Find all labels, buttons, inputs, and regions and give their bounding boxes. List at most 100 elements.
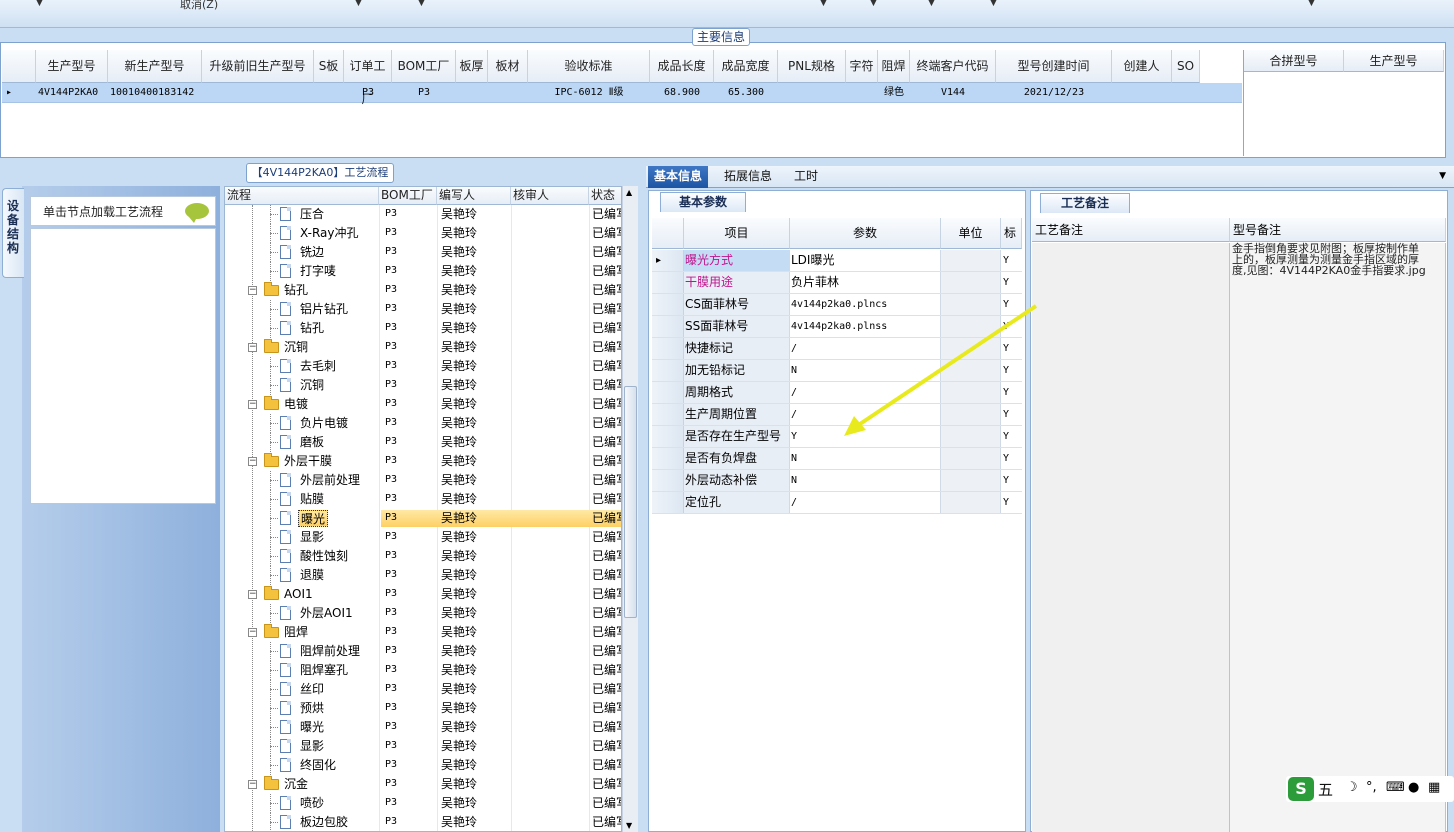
tree-node-label[interactable]: 阻焊塞孔 — [298, 662, 350, 679]
column-header[interactable]: 升级前旧生产型号 — [202, 50, 314, 83]
param-row[interactable]: 定位孔 / Y — [652, 492, 1022, 514]
tree-node-label[interactable]: 显影 — [298, 738, 326, 755]
collapse-icon[interactable]: − — [248, 628, 257, 637]
chevron-down-icon[interactable]: ▼ — [355, 0, 362, 8]
cancel-button[interactable]: 取消(Z) — [180, 0, 218, 12]
param-item-cell[interactable]: CS面菲林号 — [684, 294, 790, 315]
column-header[interactable]: BOM工厂 — [392, 50, 456, 83]
table-cell[interactable]: V144 — [912, 83, 994, 103]
param-item-cell[interactable]: 干膜用途 — [684, 272, 790, 293]
tree-node-label[interactable]: 外层前处理 — [298, 472, 362, 489]
param-row[interactable]: 是否有负焊盘 N Y — [652, 448, 1022, 470]
model-note-field[interactable] — [1230, 243, 1446, 832]
table-cell[interactable] — [490, 83, 526, 103]
tab-equipment-structure[interactable]: 设备结构 — [2, 188, 24, 278]
model-note-header[interactable]: 型号备注 — [1230, 218, 1446, 242]
tree-node-label[interactable]: 阻焊前处理 — [298, 643, 362, 660]
column-header[interactable]: 生产型号 — [36, 50, 108, 83]
tree-node-label[interactable]: 磨板 — [298, 434, 326, 451]
table-cell[interactable]: 绿色 — [880, 83, 908, 103]
chevron-down-icon[interactable]: ▼ — [870, 0, 877, 8]
column-header[interactable]: 板材 — [488, 50, 528, 83]
param-item-cell[interactable]: 定位孔 — [684, 492, 790, 513]
param-value-cell[interactable]: 负片菲林 — [790, 272, 941, 293]
param-unit-cell[interactable] — [941, 250, 1001, 271]
keyboard-icon[interactable]: ⌨ — [1386, 780, 1405, 795]
tree-row[interactable]: 显影 P3 吴艳玲 已编写 — [225, 737, 621, 756]
column-header[interactable]: 型号创建时间 — [996, 50, 1112, 83]
collapse-icon[interactable]: − — [248, 457, 257, 466]
chevron-down-icon[interactable]: ▼ — [820, 0, 827, 8]
tree-node-label[interactable]: 沉铜 — [298, 377, 326, 394]
param-flag-cell[interactable]: Y — [1001, 492, 1022, 513]
tree-row[interactable]: − 沉铜 P3 吴艳玲 已编写 — [225, 338, 621, 357]
table-cell[interactable]: P3 — [346, 83, 390, 103]
param-column-header[interactable]: 标 — [1001, 218, 1022, 249]
param-row[interactable]: 外层动态补偿 N Y — [652, 470, 1022, 492]
tree-row[interactable]: 铣边 P3 吴艳玲 已编写 — [225, 243, 621, 262]
table-cell[interactable] — [458, 83, 486, 103]
tree-column-header[interactable]: 状态 — [589, 187, 621, 205]
table-cell[interactable] — [780, 83, 844, 103]
tree-node-label[interactable]: 压合 — [298, 206, 326, 223]
param-item-cell[interactable]: 快捷标记 — [684, 338, 790, 359]
collapse-icon[interactable]: − — [248, 286, 257, 295]
tree-node-label[interactable]: 喷砂 — [298, 795, 326, 812]
param-flag-cell[interactable]: Y — [1001, 250, 1022, 271]
tree-row[interactable]: − 沉金 P3 吴艳玲 已编写 — [225, 775, 621, 794]
table-cell[interactable]: P3 — [394, 83, 454, 103]
chevron-down-icon[interactable]: ▼ — [990, 0, 997, 8]
tree-row[interactable]: 磨板 P3 吴艳玲 已编写 — [225, 433, 621, 452]
tree-row[interactable]: 预烘 P3 吴艳玲 已编写 — [225, 699, 621, 718]
main-info-grid[interactable]: ▸ 生产型号 4V144P2KA0 新生产型号 10010400183142 升级前旧生产… — [2, 50, 1244, 156]
tree-node-label[interactable]: 去毛刺 — [298, 358, 338, 375]
tree-row[interactable]: − AOI1 P3 吴艳玲 已编写 — [225, 585, 621, 604]
column-header[interactable]: 成品宽度 — [714, 50, 778, 83]
column-header[interactable]: 成品长度 — [650, 50, 714, 83]
tree-row[interactable]: − 阻焊 P3 吴艳玲 已编写 — [225, 623, 621, 642]
tree-row[interactable]: 曝光 P3 吴艳玲 已编写 — [225, 718, 621, 737]
tree-node-label[interactable]: 曝光 — [298, 719, 326, 736]
merge-grid[interactable]: 合拼型号 生产型号 — [1244, 50, 1444, 156]
chevron-down-icon[interactable]: ▼ — [928, 0, 935, 8]
tree-row[interactable]: − 电镀 P3 吴艳玲 已编写 — [225, 395, 621, 414]
tree-scrollbar[interactable]: ▲ ▼ — [622, 186, 638, 832]
tree-node-label[interactable]: 阻焊 — [282, 624, 310, 641]
load-flow-hint[interactable]: 单击节点加载工艺流程 — [30, 196, 216, 226]
tree-row[interactable]: 沉铜 P3 吴艳玲 已编写 — [225, 376, 621, 395]
tree-node-label[interactable]: 电镀 — [282, 396, 310, 413]
column-header[interactable]: 订单工厂 — [344, 50, 392, 106]
tree-row[interactable]: 丝印 P3 吴艳玲 已编写 — [225, 680, 621, 699]
scroll-up-icon[interactable]: ▲ — [626, 188, 632, 197]
tree-row[interactable]: − 钻孔 P3 吴艳玲 已编写 — [225, 281, 621, 300]
tree-node-label[interactable]: 铝片钻孔 — [298, 301, 350, 318]
tree-node-label[interactable]: 沉铜 — [282, 339, 310, 356]
param-unit-cell[interactable] — [941, 470, 1001, 491]
tree-row[interactable]: 板边包胶 P3 吴艳玲 已编写 — [225, 813, 621, 831]
param-item-cell[interactable]: SS面菲林号 — [684, 316, 790, 337]
tree-node-label[interactable]: 酸性蚀刻 — [298, 548, 350, 565]
column-header[interactable]: S板 — [314, 50, 344, 83]
collapse-icon[interactable]: − — [248, 780, 257, 789]
param-item-cell[interactable]: 外层动态补偿 — [684, 470, 790, 491]
tab-extended-info[interactable]: 拓展信息 — [718, 166, 778, 188]
tree-row[interactable]: 钻孔 P3 吴艳玲 已编写 — [225, 319, 621, 338]
tree-node-label[interactable]: 钻孔 — [282, 282, 310, 299]
ime-toolbar[interactable]: S 五 ☽ °, ⌨ ● ▦ — [1286, 776, 1454, 802]
punctuation-icon[interactable]: °, — [1366, 780, 1377, 795]
table-cell[interactable]: 2021/12/23 — [998, 83, 1110, 103]
column-header[interactable]: 验收标准 — [528, 50, 650, 83]
tab-process-notes[interactable]: 工艺备注 — [1040, 193, 1130, 213]
param-unit-cell[interactable] — [941, 448, 1001, 469]
tree-node-label[interactable]: 外层AOI1 — [298, 605, 355, 622]
tree-node-label[interactable]: 预烘 — [298, 700, 326, 717]
chevron-down-icon[interactable]: ▼ — [418, 0, 425, 8]
param-row[interactable]: 干膜用途 负片菲林 Y — [652, 272, 1022, 294]
tree-row[interactable]: 打字唛 P3 吴艳玲 已编写 — [225, 262, 621, 281]
param-item-cell[interactable]: 周期格式 — [684, 382, 790, 403]
param-item-cell[interactable]: 是否存在生产型号 — [684, 426, 790, 447]
tree-row[interactable]: 铝片钻孔 P3 吴艳玲 已编写 — [225, 300, 621, 319]
param-row[interactable]: ▸ 曝光方式 LDI曝光 Y — [652, 250, 1022, 272]
process-flow-tree[interactable]: 流程BOM工厂编写人核审人状态压合P3吴艳玲已编写X-Ray冲孔P3吴艳玲已编写… — [224, 186, 622, 832]
table-cell[interactable] — [848, 83, 876, 103]
